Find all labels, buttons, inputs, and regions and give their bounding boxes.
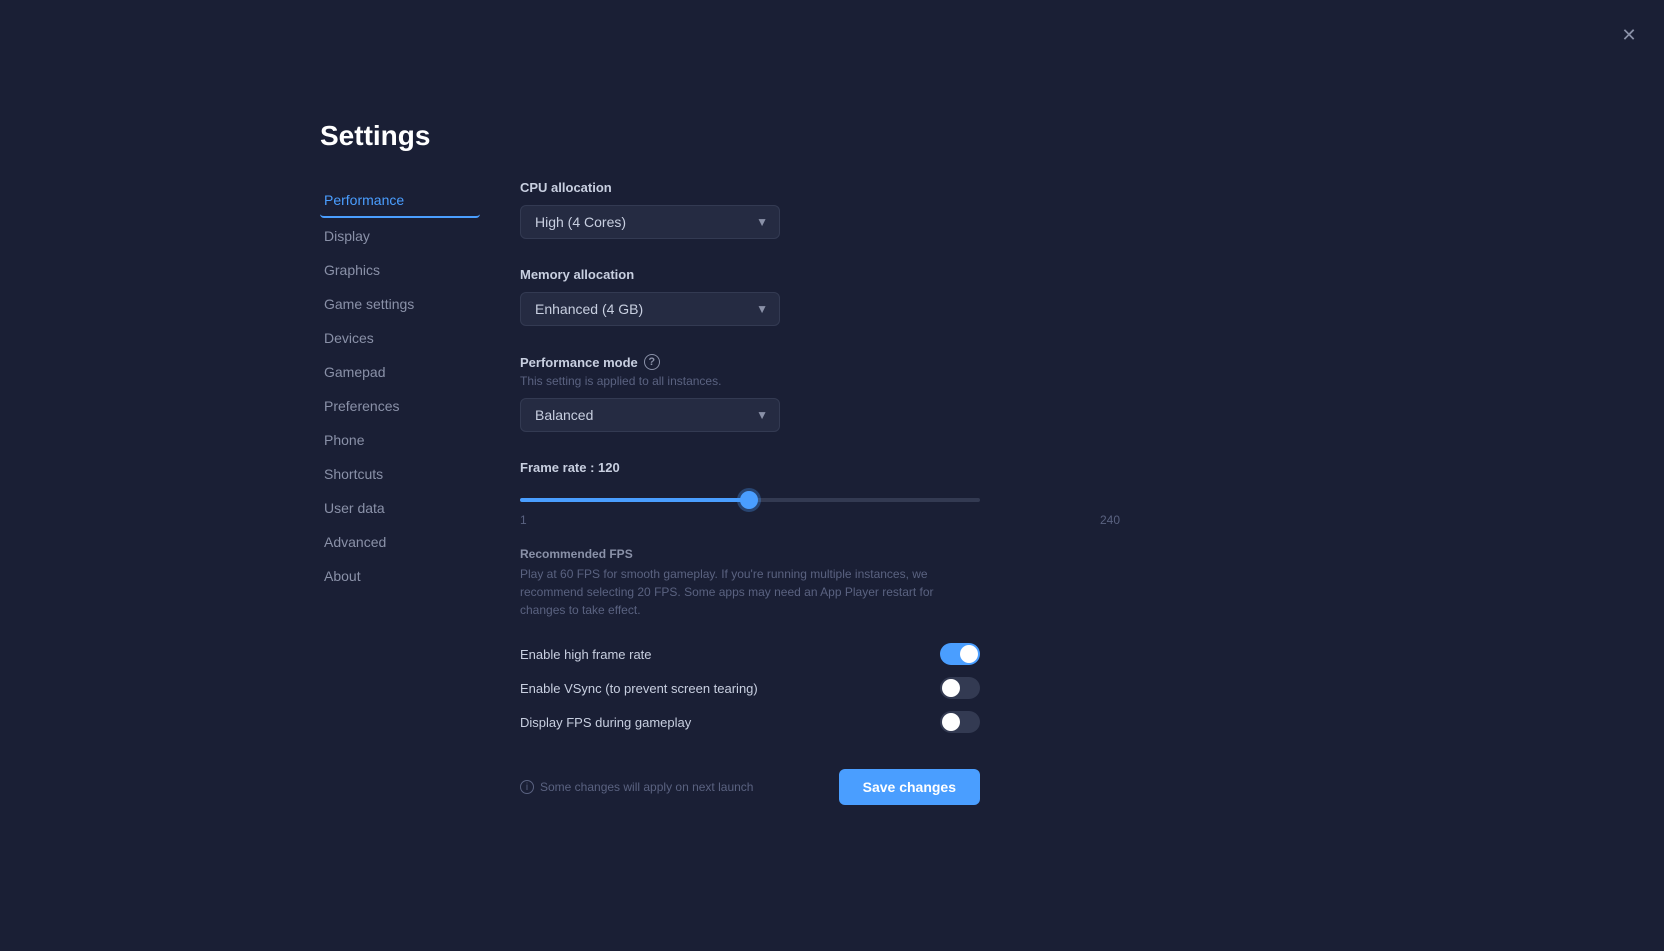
close-button[interactable]: ✕ (1614, 20, 1644, 50)
toggle-high-frame-rate[interactable] (940, 643, 980, 665)
performance-mode-sub: This setting is applied to all instances… (520, 374, 1120, 388)
memory-allocation-label: Memory allocation (520, 267, 1120, 282)
toggle-display-fps-row: Display FPS during gameplay (520, 705, 980, 739)
slider-min-label: 1 (520, 513, 527, 527)
performance-mode-section: Performance mode ? This setting is appli… (520, 354, 1120, 432)
frame-rate-section: Frame rate : 120 1 240 (520, 460, 1120, 527)
sidebar-item-phone[interactable]: Phone (320, 424, 480, 456)
info-icon: i (520, 780, 534, 794)
frame-rate-slider-container (520, 489, 980, 507)
footer: i Some changes will apply on next launch… (520, 769, 980, 805)
sidebar-item-preferences[interactable]: Preferences (320, 390, 480, 422)
cpu-allocation-select[interactable]: Low (1 Core) Medium (2 Cores) High (4 Co… (520, 205, 780, 239)
frame-rate-label: Frame rate : 120 (520, 460, 1120, 475)
memory-allocation-select[interactable]: Low (1 GB) Medium (2 GB) Enhanced (4 GB)… (520, 292, 780, 326)
cpu-allocation-select-wrapper: Low (1 Core) Medium (2 Cores) High (4 Co… (520, 205, 780, 239)
main-content: CPU allocation Low (1 Core) Medium (2 Co… (480, 180, 1120, 845)
content-area: Performance Display Graphics Game settin… (320, 180, 1120, 845)
sidebar: Performance Display Graphics Game settin… (320, 184, 480, 845)
sidebar-item-gamepad[interactable]: Gamepad (320, 356, 480, 388)
sidebar-item-display[interactable]: Display (320, 220, 480, 252)
performance-mode-select-wrapper: Power saving Balanced High performance ▼ (520, 398, 780, 432)
sidebar-item-devices[interactable]: Devices (320, 322, 480, 354)
settings-container: Performance Display Graphics Game settin… (320, 120, 1120, 845)
cpu-allocation-label: CPU allocation (520, 180, 1120, 195)
performance-mode-select[interactable]: Power saving Balanced High performance (520, 398, 780, 432)
help-icon[interactable]: ? (644, 354, 660, 370)
recommended-fps-label: Recommended FPS (520, 547, 1120, 561)
toggle-display-fps-thumb (942, 713, 960, 731)
footer-note: i Some changes will apply on next launch (520, 780, 753, 794)
performance-mode-label-text: Performance mode (520, 355, 638, 370)
slider-max-label: 240 (1100, 513, 1120, 527)
toggle-display-fps-label: Display FPS during gameplay (520, 715, 691, 730)
sidebar-item-performance[interactable]: Performance (320, 184, 480, 218)
sidebar-item-user-data[interactable]: User data (320, 492, 480, 524)
toggle-vsync-row: Enable VSync (to prevent screen tearing) (520, 671, 980, 705)
footer-note-text: Some changes will apply on next launch (540, 780, 753, 794)
sidebar-item-graphics[interactable]: Graphics (320, 254, 480, 286)
frame-rate-slider[interactable] (520, 498, 980, 502)
sidebar-item-about[interactable]: About (320, 560, 480, 592)
toggle-vsync-thumb (942, 679, 960, 697)
slider-labels: 1 240 (520, 513, 1120, 527)
toggle-high-frame-rate-label: Enable high frame rate (520, 647, 652, 662)
toggle-high-frame-rate-row: Enable high frame rate (520, 637, 980, 671)
close-icon: ✕ (1621, 25, 1636, 46)
memory-allocation-select-wrapper: Low (1 GB) Medium (2 GB) Enhanced (4 GB)… (520, 292, 780, 326)
toggle-vsync[interactable] (940, 677, 980, 699)
toggle-display-fps[interactable] (940, 711, 980, 733)
sidebar-item-game-settings[interactable]: Game settings (320, 288, 480, 320)
sidebar-item-advanced[interactable]: Advanced (320, 526, 480, 558)
sidebar-item-shortcuts[interactable]: Shortcuts (320, 458, 480, 490)
toggle-high-frame-rate-thumb (960, 645, 978, 663)
save-changes-button[interactable]: Save changes (839, 769, 980, 805)
toggle-vsync-label: Enable VSync (to prevent screen tearing) (520, 681, 758, 696)
memory-allocation-section: Memory allocation Low (1 GB) Medium (2 G… (520, 267, 1120, 326)
cpu-allocation-section: CPU allocation Low (1 Core) Medium (2 Co… (520, 180, 1120, 239)
performance-mode-label-row: Performance mode ? (520, 354, 1120, 370)
recommended-fps-desc: Play at 60 FPS for smooth gameplay. If y… (520, 565, 980, 619)
